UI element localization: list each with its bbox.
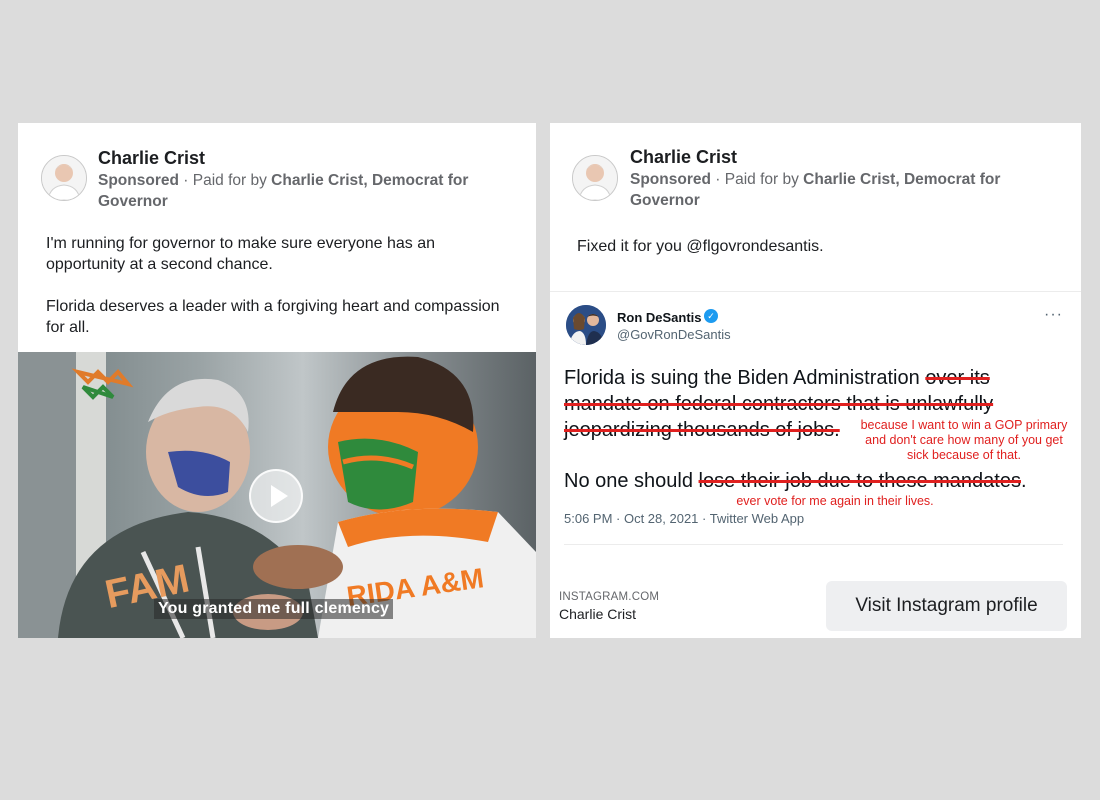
author-name[interactable]: Charlie Crist (630, 147, 737, 168)
tweet-author-avatar[interactable] (566, 305, 606, 345)
struck-text: mandate on federal contractors that is u… (564, 393, 994, 415)
author-avatar[interactable] (572, 155, 618, 201)
more-options-icon[interactable]: ··· (1044, 306, 1063, 324)
avatar-portrait-icon (573, 156, 617, 200)
ad-post-left: Charlie Crist Sponsored · Paid for by Ch… (18, 123, 536, 638)
avatar-photo-icon (566, 305, 606, 345)
visit-instagram-profile-button[interactable]: Visit Instagram profile (826, 581, 1067, 631)
post-paragraph: I'm running for governor to make sure ev… (46, 235, 436, 273)
embedded-tweet: Ron DeSantis ✓ @GovRonDeSantis ··· Flori… (550, 291, 1081, 572)
tweet-text-line: mandate on federal contractors that is u… (564, 393, 993, 416)
author-name[interactable]: Charlie Crist (98, 148, 205, 169)
sponsored-meta: Sponsored · Paid for by Charlie Crist, D… (630, 169, 1040, 211)
post-text: I'm running for governor to make sure ev… (46, 233, 506, 338)
avatar-portrait-icon (42, 156, 86, 200)
post-paragraph: Florida deserves a leader with a forgivi… (46, 298, 500, 336)
struck-text: over its (925, 367, 990, 389)
tweet-text: . (1020, 470, 1027, 492)
link-source-name: Charlie Crist (559, 606, 637, 622)
video-player[interactable]: FAM RIDA A&M You granted me full clemenc… (18, 352, 536, 638)
meta-separator: · (183, 172, 189, 189)
struck-text: jeopardizing thousands of jobs. (564, 419, 840, 441)
paid-for-prefix: Paid for by (192, 172, 267, 189)
sponsored-label: Sponsored (98, 172, 179, 189)
handwritten-annotation: because I want to win a GOP primary and … (860, 418, 1068, 462)
tweet-timestamp[interactable]: 5:06 PM · Oct 28, 2021 · Twitter Web App (564, 511, 804, 526)
play-button[interactable] (249, 469, 303, 523)
tweet-author-name[interactable]: Ron DeSantis (617, 310, 702, 325)
author-avatar[interactable] (41, 155, 87, 201)
tweet-text: No one should (564, 470, 699, 492)
sponsored-label: Sponsored (630, 171, 711, 188)
paid-for-prefix: Paid for by (724, 171, 799, 188)
video-caption: You granted me full clemency (154, 599, 394, 619)
sponsored-meta: Sponsored · Paid for by Charlie Crist, D… (98, 170, 498, 212)
ad-post-right: Charlie Crist Sponsored · Paid for by Ch… (550, 123, 1081, 638)
meta-separator: · (715, 171, 721, 188)
verified-badge-icon: ✓ (704, 309, 718, 323)
link-domain: INSTAGRAM.COM (559, 591, 660, 603)
tweet-text-line: jeopardizing thousands of jobs. (564, 419, 840, 442)
divider (564, 544, 1063, 545)
tweet-text-line: No one should lose their job due to thes… (564, 470, 1027, 493)
tweet-text-line: Florida is suing the Biden Administratio… (564, 367, 990, 390)
handwritten-annotation: ever vote for me again in their lives. (736, 494, 934, 508)
post-text: Fixed it for you @flgovrondesantis. (577, 238, 824, 255)
struck-text: lose their job due to these mandates (698, 470, 1021, 492)
tweet-text: Florida is suing the Biden Administratio… (564, 367, 926, 389)
tweet-author-handle[interactable]: @GovRonDeSantis (617, 327, 731, 342)
